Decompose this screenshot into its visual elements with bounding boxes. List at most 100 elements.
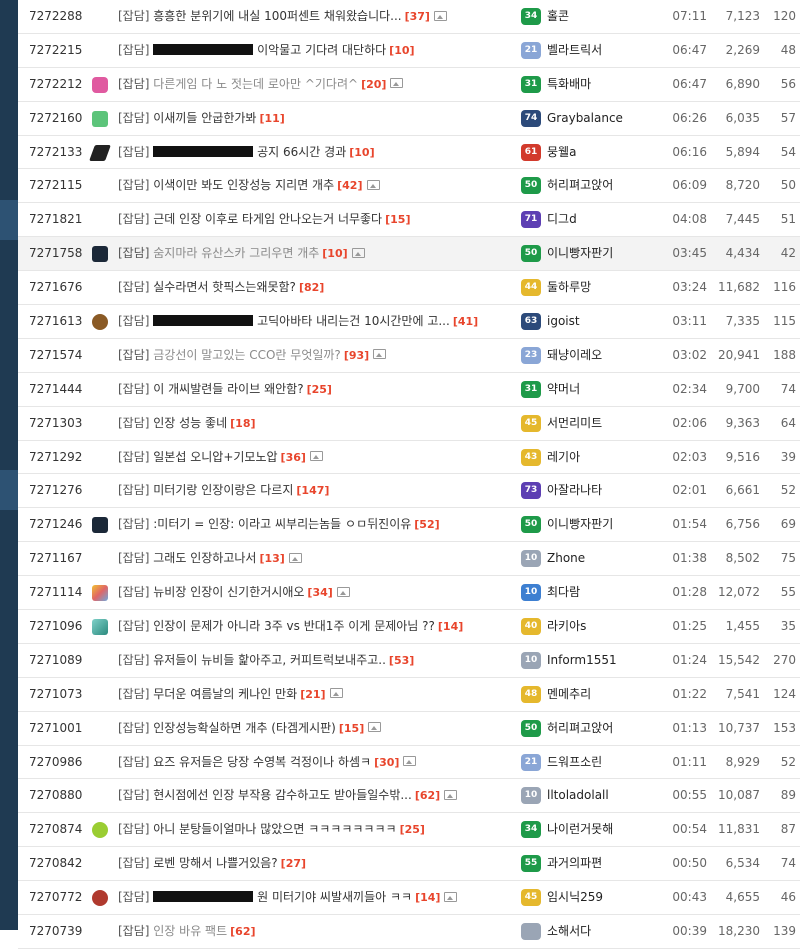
table-row[interactable]: 7271613 [잡담] 고딕아바타 내리는건 10시간만에 고... [41] 63… — [18, 305, 800, 339]
post-title-link[interactable]: [잡담] 미터기랑 인장이랑은 다르지 [147] — [118, 474, 516, 507]
table-row[interactable]: 7271167 [잡담] 그래도 인장하고나서 [13] 10 Zhone 01:38 8,… — [18, 542, 800, 577]
table-row[interactable]: 7270986 [잡담] 요즈 유저들은 당장 수영복 걱정이나 하셈ㅋ [30] 2… — [18, 746, 800, 780]
comment-count[interactable]: [36] — [281, 451, 306, 464]
comment-count[interactable]: [62] — [415, 789, 440, 802]
post-title-link[interactable]: [잡담] 인장성능확실하면 개추 (타겜게시판) [15] — [118, 712, 516, 745]
table-row[interactable]: 7271821 [잡담] 근데 인장 이후로 타게임 안나오는거 너무좋다 [15]… — [18, 203, 800, 238]
author-nickname[interactable]: 약머너 — [547, 373, 657, 406]
post-title-link[interactable]: [잡담] 이새끼들 안굽한가봐 [11] — [118, 102, 516, 135]
author-nickname[interactable]: 벨라트릭서 — [547, 34, 657, 67]
post-title-link[interactable]: [잡담] 뉴비장 인장이 신기한거시애오 [34] — [118, 576, 516, 609]
table-row[interactable]: 7271758 [잡담] 숨지마라 유산스카 그리우면 개추 [10] 50 이니빵자판… — [18, 237, 800, 272]
author-nickname[interactable]: 이니빵자판기 — [547, 237, 657, 270]
table-row[interactable]: 7270880 [잡담] 현시점에선 인장 부작용 감수하고도 받아들일수밖...… — [18, 779, 800, 814]
comment-count[interactable]: [42] — [337, 179, 362, 192]
author-nickname[interactable]: 둘하루망 — [547, 271, 657, 304]
comment-count[interactable]: [18] — [230, 417, 255, 430]
author-nickname[interactable]: Zhone — [547, 542, 657, 575]
author-nickname[interactable]: 임시닉259 — [547, 881, 657, 914]
table-row[interactable]: 7271574 [잡담] 금강선이 말고있는 CCO란 무엇일까? [93] 23 돼냥… — [18, 339, 800, 373]
post-title-link[interactable]: [잡담] 원 미터기야 씨발새끼들아 ㅋㅋ [14] — [118, 881, 516, 914]
comment-count[interactable]: [93] — [344, 349, 369, 362]
comment-count[interactable]: [41] — [453, 315, 478, 328]
post-title-link[interactable]: [잡담] 유저들이 뉴비들 핥아주고, 커피트럭보내주고.. [53] — [118, 644, 516, 677]
post-title-link[interactable]: [잡담] 무더운 여름날의 케나인 만화 [21] — [118, 678, 516, 711]
comment-count[interactable]: [11] — [259, 112, 284, 125]
author-nickname[interactable]: 과거의파편 — [547, 847, 657, 880]
author-nickname[interactable]: 돼냥이레오 — [547, 339, 657, 372]
comment-count[interactable]: [53] — [389, 654, 414, 667]
author-nickname[interactable]: 드워프소린 — [547, 746, 657, 779]
table-row[interactable]: 7272133 [잡담] 공지 66시간 경과 [10] 61 뭉웰a 06:16 5,89… — [18, 136, 800, 170]
table-row[interactable]: 7271114 [잡담] 뉴비장 인장이 신기한거시애오 [34] 10 최다람 01:2… — [18, 576, 800, 611]
author-nickname[interactable]: 나이런거못해 — [547, 813, 657, 846]
table-row[interactable]: 7271001 [잡담] 인장성능확실하면 개추 (타겜게시판) [15] 50 허리펴… — [18, 712, 800, 746]
table-row[interactable]: 7271073 [잡담] 무더운 여름날의 케나인 만화 [21] 48 멘메추리 01:… — [18, 678, 800, 712]
comment-count[interactable]: [21] — [300, 688, 325, 701]
comment-count[interactable]: [25] — [307, 383, 332, 396]
author-nickname[interactable]: 소해서다 — [547, 915, 657, 948]
author-nickname[interactable]: 홀콘 — [547, 0, 657, 33]
post-title-link[interactable]: [잡담] 요즈 유저들은 당장 수영복 걱정이나 하셈ㅋ [30] — [118, 746, 516, 779]
post-title-link[interactable]: [잡담] 일본섭 오니압+기모노압 [36] — [118, 441, 516, 474]
comment-count[interactable]: [14] — [415, 891, 440, 904]
comment-count[interactable]: [20] — [361, 78, 386, 91]
post-title-link[interactable]: [잡담] 금강선이 말고있는 CCO란 무엇일까? [93] — [118, 339, 516, 372]
table-row[interactable]: 7270739 [잡담] 인장 바유 팩트 [62] 소해서다 00:39 18,230 1… — [18, 915, 800, 949]
table-row[interactable]: 7271089 [잡담] 유저들이 뉴비들 핥아주고, 커피트럭보내주고.. [53… — [18, 644, 800, 678]
author-nickname[interactable]: igoist — [547, 305, 657, 338]
author-nickname[interactable]: 이니빵자판기 — [547, 508, 657, 541]
table-row[interactable]: 7271246 [잡담] :미터기 = 인장: 이라고 씨부리는놈들 ㅇㅁ뒤진이유… — [18, 508, 800, 543]
comment-count[interactable]: [10] — [322, 247, 347, 260]
post-title-link[interactable]: [잡담] 그래도 인장하고나서 [13] — [118, 542, 516, 575]
author-nickname[interactable]: 서먼리미트 — [547, 407, 657, 440]
post-title-link[interactable]: [잡담] 다른게임 다 노 젓는데 로아만 ^기다려^ [20] — [118, 68, 516, 101]
author-nickname[interactable]: 특화배마 — [547, 68, 657, 101]
comment-count[interactable]: [82] — [299, 281, 324, 294]
comment-count[interactable]: [62] — [230, 925, 255, 938]
table-row[interactable]: 7270874 [잡담] 아니 분탕들이얼마나 많았으면 ㅋㅋㅋㅋㅋㅋㅋㅋ [25]… — [18, 813, 800, 848]
comment-count[interactable]: [37] — [405, 10, 430, 23]
post-title-link[interactable]: [잡담] 아니 분탕들이얼마나 많았으면 ㅋㅋㅋㅋㅋㅋㅋㅋ [25] — [118, 813, 516, 846]
comment-count[interactable]: [30] — [374, 756, 399, 769]
post-title-link[interactable]: [잡담] 흥흥한 분위기에 내실 100퍼센트 채워왔습니다... [37] — [118, 0, 516, 33]
comment-count[interactable]: [14] — [438, 620, 463, 633]
post-title-link[interactable]: [잡담] 고딕아바타 내리는건 10시간만에 고... [41] — [118, 305, 516, 338]
comment-count[interactable]: [34] — [307, 586, 332, 599]
table-row[interactable]: 7271303 [잡담] 인장 성능 좋네 [18] 45 서먼리미트 02:06 9,36… — [18, 407, 800, 441]
author-nickname[interactable]: 뭉웰a — [547, 136, 657, 169]
post-title-link[interactable]: [잡담] 이색이만 봐도 인장성능 지리면 개추 [42] — [118, 169, 516, 202]
post-title-link[interactable]: [잡담] 이 개씨발련들 라이브 왜안함? [25] — [118, 373, 516, 406]
table-row[interactable]: 7272160 [잡담] 이새끼들 안굽한가봐 [11] 74 Graybalance 0… — [18, 102, 800, 136]
post-title-link[interactable]: [잡담] 숨지마라 유산스카 그리우면 개추 [10] — [118, 237, 516, 270]
comment-count[interactable]: [13] — [259, 552, 284, 565]
comment-count[interactable]: [52] — [414, 518, 439, 531]
author-nickname[interactable]: 레기아 — [547, 441, 657, 474]
author-nickname[interactable]: 디그d — [547, 203, 657, 236]
comment-count[interactable]: [15] — [339, 722, 364, 735]
author-nickname[interactable]: 최다람 — [547, 576, 657, 609]
post-title-link[interactable]: [잡담] :미터기 = 인장: 이라고 씨부리는놈들 ㅇㅁ뒤진이유 [52] — [118, 508, 516, 541]
comment-count[interactable]: [27] — [281, 857, 306, 870]
comment-count[interactable]: [15] — [385, 213, 410, 226]
post-title-link[interactable]: [잡담] 근데 인장 이후로 타게임 안나오는거 너무좋다 [15] — [118, 203, 516, 236]
comment-count[interactable]: [10] — [349, 146, 374, 159]
comment-count[interactable]: [147] — [296, 484, 329, 497]
author-nickname[interactable]: 허리펴고앉어 — [547, 169, 657, 202]
post-title-link[interactable]: [잡담] 현시점에선 인장 부작용 감수하고도 받아들일수밖... [62] — [118, 779, 516, 812]
table-row[interactable]: 7272288 [잡담] 흥흥한 분위기에 내실 100퍼센트 채워왔습니다...… — [18, 0, 800, 34]
table-row[interactable]: 7272115 [잡담] 이색이만 봐도 인장성능 지리면 개추 [42] 50 허리펴… — [18, 169, 800, 204]
author-nickname[interactable]: 라키아s — [547, 610, 657, 643]
author-nickname[interactable]: 허리펴고앉어 — [547, 712, 657, 745]
post-title-link[interactable]: [잡담] 로벤 망해서 나쁠거있음? [27] — [118, 847, 516, 880]
comment-count[interactable]: [25] — [400, 823, 425, 836]
post-title-link[interactable]: [잡담] 인장이 문제가 아니라 3주 vs 반대1주 이게 문제아님 ?? [1… — [118, 610, 516, 643]
table-row[interactable]: 7272215 [잡담] 이악물고 기다려 대단하다 [10] 21 벨라트릭서 06:4… — [18, 34, 800, 68]
table-row[interactable]: 7270842 [잡담] 로벤 망해서 나쁠거있음? [27] 55 과거의파편 00:5… — [18, 847, 800, 882]
comment-count[interactable]: [10] — [389, 44, 414, 57]
table-row[interactable]: 7271276 [잡담] 미터기랑 인장이랑은 다르지 [147] 73 아잘라나타 02… — [18, 474, 800, 509]
table-row[interactable]: 7271096 [잡담] 인장이 문제가 아니라 3주 vs 반대1주 이게 문제… — [18, 610, 800, 644]
table-row[interactable]: 7272212 [잡담] 다른게임 다 노 젓는데 로아만 ^기다려^ [20] 31… — [18, 68, 800, 102]
post-title-link[interactable]: [잡담] 인장 바유 팩트 [62] — [118, 915, 516, 948]
table-row[interactable]: 7270772 [잡담] 원 미터기야 씨발새끼들아 ㅋㅋ [14] 45 임시닉259… — [18, 881, 800, 916]
